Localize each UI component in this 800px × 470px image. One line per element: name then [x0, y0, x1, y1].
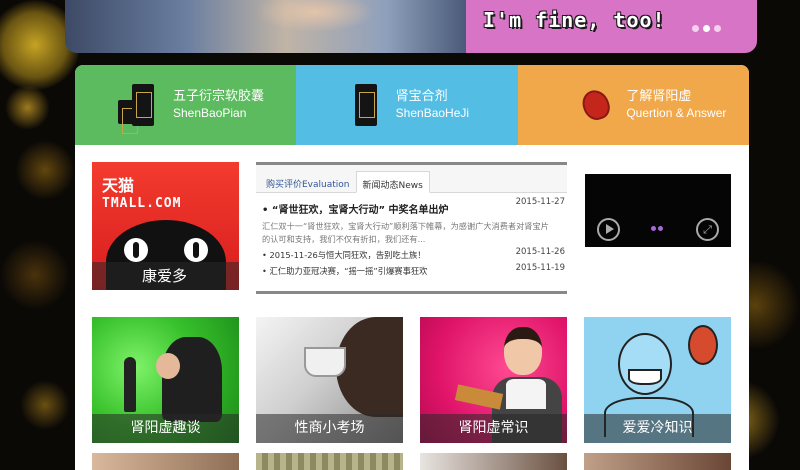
news-feature[interactable]: “肾世狂欢，宝肾大行动” 中奖名单出炉 2015-11-27 汇仁双十一“肾世狂…: [256, 193, 567, 245]
nav-tile-title: 了解肾阳虚: [626, 88, 692, 104]
news-tabs: 购买评价Evaluation 新闻动态News: [256, 165, 567, 193]
bokeh-decoration: [15, 140, 75, 200]
news-feature-date: 2015-11-27: [515, 197, 565, 207]
tmall-brand-en: TMALL.COM: [102, 196, 182, 211]
thumb-next-row[interactable]: [92, 453, 239, 470]
thumb-caption: 肾阳虚趣谈: [92, 414, 239, 443]
banner-photo: [65, 0, 466, 53]
thumb-shenyangxu-changshi[interactable]: 肾阳虚常识: [420, 317, 567, 443]
play-icon[interactable]: [597, 218, 620, 241]
video-player[interactable]: ⤢: [585, 174, 731, 247]
product-box-icon: [354, 84, 377, 126]
news-list: 2015-11-26与恒大同狂欢，告别吃土族！ 2015-11-26 汇仁助力亚…: [256, 245, 567, 279]
nav-tile-shenbaoheji[interactable]: 肾宝合剂 ShenBaoHeJi: [295, 65, 519, 145]
tmall-brand-cn: 天猫: [102, 176, 135, 195]
slide-dot-active[interactable]: [703, 25, 710, 32]
tmall-logo: 天猫 TMALL.COM: [102, 172, 181, 211]
news-panel: 购买评价Evaluation 新闻动态News “肾世狂欢，宝肾大行动” 中奖名…: [256, 162, 567, 294]
slide-dot[interactable]: [714, 25, 721, 32]
tab-evaluation[interactable]: 购买评价Evaluation: [260, 171, 356, 193]
banner-slogan: I'm fine, too!: [483, 8, 666, 32]
nav-tile-title: 肾宝合剂: [395, 88, 448, 104]
nav-tile-subtitle: ShenBaoHeJi: [395, 105, 470, 120]
thumb-aiai-lengzhishi[interactable]: 爱爱冷知识: [584, 317, 731, 443]
news-item-title[interactable]: 汇仁助力亚冠决赛，“摇一摇”引爆赛事狂欢: [270, 266, 428, 276]
nav-tile-subtitle: Quertion & Answer: [626, 105, 727, 120]
thumb-next-row[interactable]: [256, 453, 403, 470]
news-item-title[interactable]: 2015-11-26与恒大同狂欢，告别吃土族！: [270, 250, 426, 260]
thumb-caption: 肾阳虚常识: [420, 414, 567, 443]
product-box-icon: [132, 84, 154, 126]
news-item-date: 2015-11-19: [515, 263, 565, 274]
bokeh-decoration: [20, 380, 70, 430]
banner-pagination: [692, 25, 721, 32]
thumb-next-row[interactable]: [584, 453, 731, 470]
product-nav: 五子衍宗软胶囊 ShenBaoPian 肾宝合剂 ShenBaoHeJi 了解肾…: [75, 65, 749, 145]
main-panel: 五子衍宗软胶囊 ShenBaoPian 肾宝合剂 ShenBaoHeJi 了解肾…: [75, 65, 749, 470]
fullscreen-icon[interactable]: ⤢: [696, 218, 719, 241]
news-item-date: 2015-11-26: [515, 247, 565, 258]
hero-banner[interactable]: I'm fine, too!: [65, 0, 757, 53]
thumb-caption: 性商小考场: [256, 414, 403, 443]
tmall-store-link[interactable]: 天猫 TMALL.COM 康爱多: [92, 162, 239, 290]
nav-tile-subtitle: ShenBaoPian: [173, 105, 247, 120]
nav-tile-qa[interactable]: 了解肾阳虚 Quertion & Answer: [518, 65, 749, 145]
nav-tile-wuziyanzong[interactable]: 五子衍宗软胶囊 ShenBaoPian: [75, 65, 296, 145]
tmall-caption: 康爱多: [92, 262, 239, 290]
thumb-xingshang-kaochang[interactable]: 性商小考场: [256, 317, 403, 443]
thumb-next-row[interactable]: [420, 453, 567, 470]
tab-news[interactable]: 新闻动态News: [355, 171, 430, 193]
bean-icon: [578, 86, 614, 124]
bokeh-decoration: [5, 85, 50, 130]
thumb-shenyangxu-qutan[interactable]: 肾阳虚趣谈: [92, 317, 239, 443]
slide-dot[interactable]: [692, 25, 699, 32]
loading-dots-icon: [651, 226, 663, 231]
nav-tile-title: 五子衍宗软胶囊: [173, 88, 265, 104]
news-item[interactable]: 汇仁助力亚冠决赛，“摇一摇”引爆赛事狂欢 2015-11-19: [262, 263, 565, 279]
thumb-caption: 爱爱冷知识: [584, 414, 731, 443]
bokeh-decoration: [0, 240, 70, 310]
news-feature-excerpt: 汇仁双十一“肾世狂欢，宝肾大行动”顺利落下帷幕，为感谢广大消费者对肾宝片的认可和…: [262, 221, 549, 244]
